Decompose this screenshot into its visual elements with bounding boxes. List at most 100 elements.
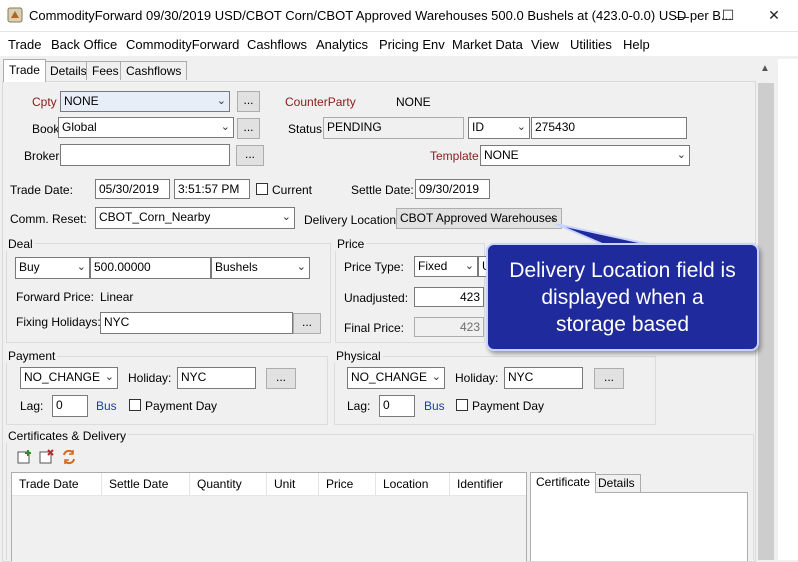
comm-reset-label: Comm. Reset: <box>10 212 87 226</box>
chevron-down-icon: ⌄ <box>104 371 114 383</box>
menu-help[interactable]: Help <box>623 37 650 52</box>
broker-label: Broker <box>24 149 60 163</box>
trade-date-field[interactable]: 05/30/2019 <box>95 179 170 199</box>
physical-holiday-button[interactable]: ... <box>594 368 624 389</box>
minimize-button[interactable]: — <box>659 0 705 31</box>
tooltip-callout: Delivery Location field is displayed whe… <box>486 243 759 351</box>
template-combo[interactable]: NONE ⌄ <box>480 145 690 166</box>
broker-lookup-button[interactable]: ... <box>236 145 264 166</box>
comm-reset-value: CBOT_Corn_Nearby <box>99 210 211 224</box>
chevron-down-icon: ⌄ <box>281 211 291 223</box>
deal-unit-value: Bushels <box>215 260 258 274</box>
callout-line-1: Delivery Location field is <box>509 259 736 282</box>
refresh-icon[interactable] <box>61 449 77 465</box>
current-label: Current <box>272 183 313 197</box>
payment-holiday-button[interactable]: ... <box>266 368 296 389</box>
menu-market-data[interactable]: Market Data <box>452 37 523 52</box>
trade-time-field[interactable]: 3:51:57 PM <box>174 179 250 199</box>
tab-trade[interactable]: Trade <box>3 59 46 82</box>
trade-date-label: Trade Date: <box>10 183 73 197</box>
status-field: PENDING <box>323 117 464 139</box>
tab-certificate[interactable]: Certificate <box>530 472 597 493</box>
payment-holiday-label: Holiday: <box>128 371 172 385</box>
fixing-holidays-button[interactable]: ... <box>293 313 321 334</box>
deal-group-title: Deal <box>6 237 35 251</box>
physical-change-combo[interactable]: NO_CHANGE ⌄ <box>347 367 445 389</box>
vertical-scrollbar[interactable]: ▲ <box>756 59 776 560</box>
certificate-panel <box>530 492 748 561</box>
column-header-unit[interactable]: Unit <box>267 473 319 495</box>
menu-bar: Trade Back Office CommodityForward Cashf… <box>0 32 798 56</box>
column-header-price[interactable]: Price <box>319 473 376 495</box>
chevron-down-icon: ⌄ <box>676 149 686 161</box>
final-price-label: Final Price: <box>344 321 405 335</box>
menu-back-office[interactable]: Back Office <box>51 37 117 52</box>
cpty-lookup-button[interactable]: ... <box>237 91 260 112</box>
column-header-settle-date[interactable]: Settle Date <box>102 473 190 495</box>
physical-holiday-field[interactable]: NYC <box>504 367 583 389</box>
counterparty-value: NONE <box>396 95 431 109</box>
menu-cashflows[interactable]: Cashflows <box>247 37 307 52</box>
broker-field[interactable] <box>60 144 230 166</box>
add-row-icon[interactable] <box>17 449 33 465</box>
scroll-up-icon[interactable]: ▲ <box>760 63 770 74</box>
payment-change-combo[interactable]: NO_CHANGE ⌄ <box>20 367 118 389</box>
current-checkbox[interactable] <box>256 183 268 195</box>
window-edge <box>778 59 798 560</box>
tab-cashflows[interactable]: Cashflows <box>120 61 188 80</box>
cpty-combo[interactable]: NONE ⌄ <box>60 91 230 112</box>
menu-pricing-env[interactable]: Pricing Env <box>379 37 445 52</box>
unadjusted-label: Unadjusted: <box>344 291 409 305</box>
menu-analytics[interactable]: Analytics <box>316 37 368 52</box>
deal-direction-combo[interactable]: Buy ⌄ <box>15 257 90 279</box>
price-type-combo[interactable]: Fixed ⌄ <box>414 256 478 277</box>
id-type-combo[interactable]: ID ⌄ <box>468 117 530 139</box>
menu-utilities[interactable]: Utilities <box>570 37 612 52</box>
certificates-group-title: Certificates & Delivery <box>6 429 129 443</box>
fixing-holidays-field[interactable]: NYC <box>100 312 293 334</box>
tab-fees[interactable]: Fees <box>86 61 125 80</box>
template-value: NONE <box>484 148 519 162</box>
book-label: Book <box>32 122 60 136</box>
final-price-field: 423 <box>414 317 484 337</box>
book-combo[interactable]: Global ⌄ <box>58 117 234 138</box>
physical-change-value: NO_CHANGE <box>351 370 428 384</box>
column-header-trade-date[interactable]: Trade Date <box>12 473 102 495</box>
id-type-value: ID <box>472 120 484 134</box>
cpty-value: NONE <box>64 94 99 108</box>
chevron-down-icon: ⌄ <box>464 260 474 272</box>
physical-payment-day-checkbox[interactable] <box>456 399 468 411</box>
column-header-quantity[interactable]: Quantity <box>190 473 267 495</box>
physical-group-title: Physical <box>334 349 383 363</box>
delivery-location-combo[interactable]: CBOT Approved Warehouses ⌄ <box>396 208 562 229</box>
comm-reset-combo[interactable]: CBOT_Corn_Nearby ⌄ <box>95 207 295 229</box>
tab-strip: Trade Details Fees Cashflows <box>0 59 780 82</box>
close-button[interactable]: ✕ <box>751 0 797 31</box>
column-header-location[interactable]: Location <box>376 473 450 495</box>
menu-commodityforward[interactable]: CommodityForward <box>126 37 239 52</box>
fixing-holidays-label: Fixing Holidays: <box>16 315 101 329</box>
title-bar: CommodityForward 09/30/2019 USD/CBOT Cor… <box>0 0 798 32</box>
payment-day-checkbox[interactable] <box>129 399 141 411</box>
book-lookup-button[interactable]: ... <box>237 118 260 139</box>
settle-date-field[interactable]: 09/30/2019 <box>415 179 490 199</box>
delivery-location-label: Delivery Location: <box>304 213 400 227</box>
column-header-identifier[interactable]: Identifier <box>450 473 526 495</box>
physical-lag-field[interactable]: 0 <box>379 395 415 417</box>
deal-quantity-field[interactable]: 500.00000 <box>90 257 211 279</box>
delivery-location-value: CBOT Approved Warehouses <box>400 211 558 225</box>
callout-line-3: storage based <box>555 313 690 336</box>
tab-certificate-details[interactable]: Details <box>592 474 641 492</box>
certificates-grid[interactable]: Trade Date Settle Date Quantity Unit Pri… <box>11 472 527 562</box>
payment-holiday-field[interactable]: NYC <box>177 367 256 389</box>
id-field[interactable]: 275430 <box>531 117 687 139</box>
scrollbar-thumb[interactable] <box>758 83 774 560</box>
maximize-button[interactable]: ☐ <box>705 0 751 31</box>
menu-trade[interactable]: Trade <box>8 37 41 52</box>
payment-lag-field[interactable]: 0 <box>52 395 88 417</box>
delete-row-icon[interactable] <box>39 449 55 465</box>
menu-view[interactable]: View <box>531 37 559 52</box>
unadjusted-field[interactable]: 423 <box>414 287 484 307</box>
deal-unit-combo[interactable]: Bushels ⌄ <box>211 257 310 279</box>
payment-day-label: Payment Day <box>145 399 218 413</box>
